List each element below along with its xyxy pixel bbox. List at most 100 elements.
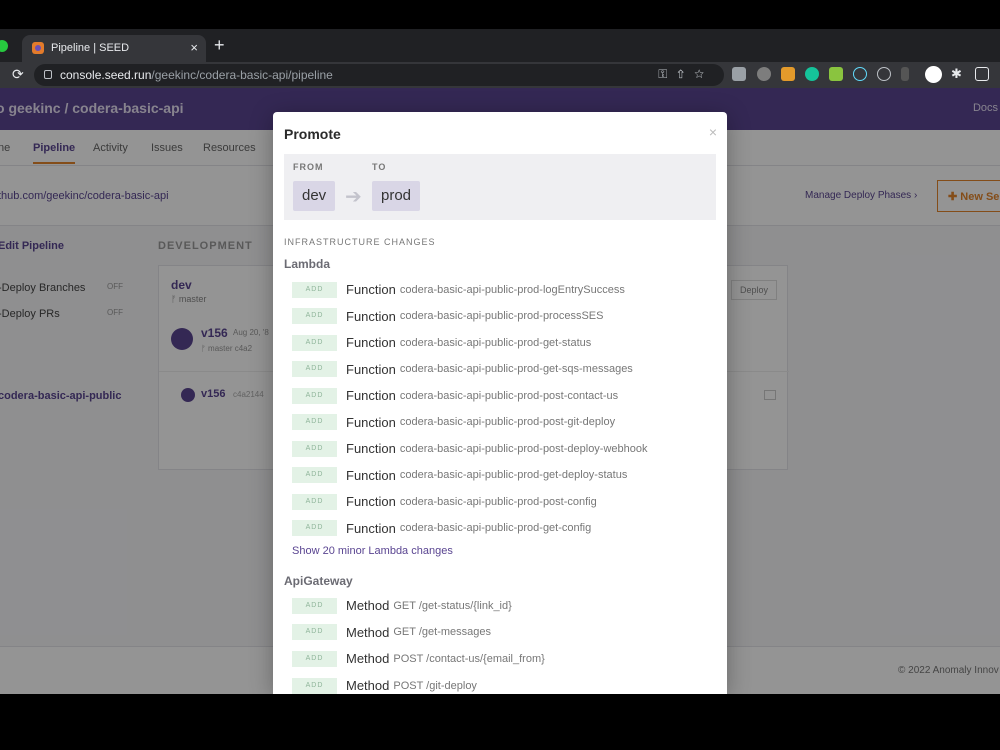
add-badge: ADD (292, 624, 337, 641)
extension-icon[interactable] (829, 67, 843, 81)
reload-icon[interactable]: ⟳ (12, 66, 24, 83)
change-row: ADD Method GET /get-messages (292, 624, 491, 641)
puzzle-extensions-icon[interactable]: ✱ (951, 67, 965, 81)
url-path: /geekinc/codera-basic-api/pipeline (151, 68, 333, 82)
resource-name: codera-basic-api-public-prod-get-config (399, 522, 592, 535)
react-devtools-icon[interactable] (853, 67, 867, 81)
seed-favicon-icon (32, 42, 44, 54)
resource-name: codera-basic-api-public-prod-get-deploy-… (399, 469, 628, 482)
resource-type: Method (346, 598, 390, 614)
add-badge: ADD (292, 677, 337, 694)
omnibox-icons[interactable]: ⚿⇧☆ (658, 67, 714, 82)
resource-name: POST /contact-us/{email_from} (393, 652, 545, 665)
bookmark-star-icon[interactable]: ☆ (694, 67, 714, 81)
resource-type: Function (346, 441, 396, 457)
resource-type: Function (346, 361, 396, 377)
to-label: TO (372, 162, 387, 172)
url-text[interactable]: console.seed.run/geekinc/codera-basic-ap… (60, 68, 333, 82)
change-row: ADD Function codera-basic-api-public-prod-… (292, 334, 592, 351)
close-icon[interactable]: × (709, 124, 717, 140)
add-badge: ADD (292, 361, 337, 378)
change-row: ADD Function codera-basic-api-public-prod-… (292, 440, 648, 457)
add-badge: ADD (292, 493, 337, 510)
change-row: ADD Method POST /git-deploy (292, 677, 477, 694)
promote-modal: Promote × FROM TO dev ➔ prod INFRASTRUCT… (273, 112, 727, 694)
resource-type: Method (346, 624, 390, 640)
tab-title: Pipeline | SEED (51, 42, 130, 54)
resource-type: Function (346, 414, 396, 430)
apigateway-group-title: ApiGateway (284, 574, 353, 588)
from-label: FROM (293, 162, 324, 172)
change-row: ADD Function codera-basic-api-public-prod-… (292, 361, 633, 378)
add-badge: ADD (292, 281, 337, 298)
lock-icon[interactable] (44, 70, 52, 79)
add-badge: ADD (292, 467, 337, 484)
window-zoom-button[interactable] (0, 40, 8, 52)
resource-name: GET /get-messages (393, 626, 491, 639)
address-bar[interactable]: console.seed.run/geekinc/codera-basic-ap… (34, 64, 724, 86)
lambda-group-title: Lambda (284, 257, 331, 271)
resource-name: POST /git-deploy (393, 679, 477, 692)
change-row: ADD Method GET /get-status/{link_id} (292, 597, 512, 614)
add-badge: ADD (292, 334, 337, 351)
change-row: ADD Function codera-basic-api-public-prod-… (292, 520, 592, 537)
change-row: ADD Function codera-basic-api-public-prod-… (292, 387, 619, 404)
infrastructure-changes-heading: INFRASTRUCTURE CHANGES (284, 237, 436, 247)
resource-name: codera-basic-api-public-prod-get-status (399, 336, 592, 349)
change-row: ADD Function codera-basic-api-public-prod-… (292, 414, 616, 431)
show-minor-lambda-changes-link[interactable]: Show 20 minor Lambda changes (292, 545, 453, 557)
from-stage: dev (293, 181, 336, 211)
add-badge: ADD (292, 597, 337, 614)
new-tab-button[interactable]: + (214, 36, 225, 54)
resource-type: Function (346, 520, 396, 536)
change-row: ADD Function codera-basic-api-public-prod-… (292, 308, 604, 325)
share-icon[interactable]: ⇧ (677, 67, 694, 81)
arrow-right-icon: ➔ (345, 186, 362, 208)
change-row: ADD Function codera-basic-api-public-prod-… (292, 467, 628, 484)
change-row: ADD Method POST /contact-us/{email_from} (292, 650, 545, 667)
resource-name: codera-basic-api-public-prod-post-config (399, 495, 597, 508)
add-badge: ADD (292, 308, 337, 325)
add-badge: ADD (292, 650, 337, 667)
add-badge: ADD (292, 387, 337, 404)
resource-name: codera-basic-api-public-prod-processSES (399, 310, 604, 323)
resource-type: Function (346, 467, 396, 483)
extension-icon[interactable] (901, 67, 909, 81)
resource-name: codera-basic-api-public-prod-get-sqs-mes… (399, 363, 633, 376)
change-row: ADD Function codera-basic-api-public-prod-… (292, 281, 625, 298)
resource-type: Function (346, 308, 396, 324)
add-badge: ADD (292, 440, 337, 457)
side-panel-icon[interactable] (975, 67, 989, 81)
resource-type: Function (346, 494, 396, 510)
browser-toolbar: ⟳ console.seed.run/geekinc/codera-basic-… (0, 62, 1000, 88)
screen: Pipeline | SEED × + ⟳ console.seed.run/g… (0, 0, 1000, 750)
change-row: ADD Function codera-basic-api-public-prod-… (292, 493, 597, 510)
grammarly-icon[interactable] (805, 67, 819, 81)
promote-stages: FROM TO dev ➔ prod (284, 154, 716, 220)
key-icon[interactable]: ⚿ (658, 67, 677, 81)
screen-bottom-bar (0, 694, 1000, 750)
resource-type: Function (346, 282, 396, 298)
resource-name: GET /get-status/{link_id} (393, 599, 512, 612)
profile-icon[interactable] (925, 66, 942, 83)
camera-extension-icon[interactable] (732, 67, 746, 81)
resource-type: Method (346, 678, 390, 694)
to-stage: prod (372, 181, 421, 211)
modal-title: Promote (284, 126, 341, 142)
extension-icon[interactable] (877, 67, 891, 81)
resource-name: codera-basic-api-public-prod-post-git-de… (399, 416, 616, 429)
resource-type: Function (346, 335, 396, 351)
browser-tab-bar: Pipeline | SEED × + (0, 29, 1000, 62)
extension-icon[interactable] (757, 67, 771, 81)
browser-tab[interactable]: Pipeline | SEED × (22, 35, 206, 62)
resource-name: codera-basic-api-public-prod-post-deploy… (399, 442, 648, 455)
resource-type: Function (346, 388, 396, 404)
add-badge: ADD (292, 520, 337, 537)
add-badge: ADD (292, 414, 337, 431)
url-host: console.seed.run (60, 68, 152, 82)
resource-type: Method (346, 651, 390, 667)
tab-close-icon[interactable]: × (190, 40, 198, 55)
resource-name: codera-basic-api-public-prod-logEntrySuc… (399, 283, 625, 296)
extension-icon[interactable] (781, 67, 795, 81)
resource-name: codera-basic-api-public-prod-post-contac… (399, 389, 619, 402)
